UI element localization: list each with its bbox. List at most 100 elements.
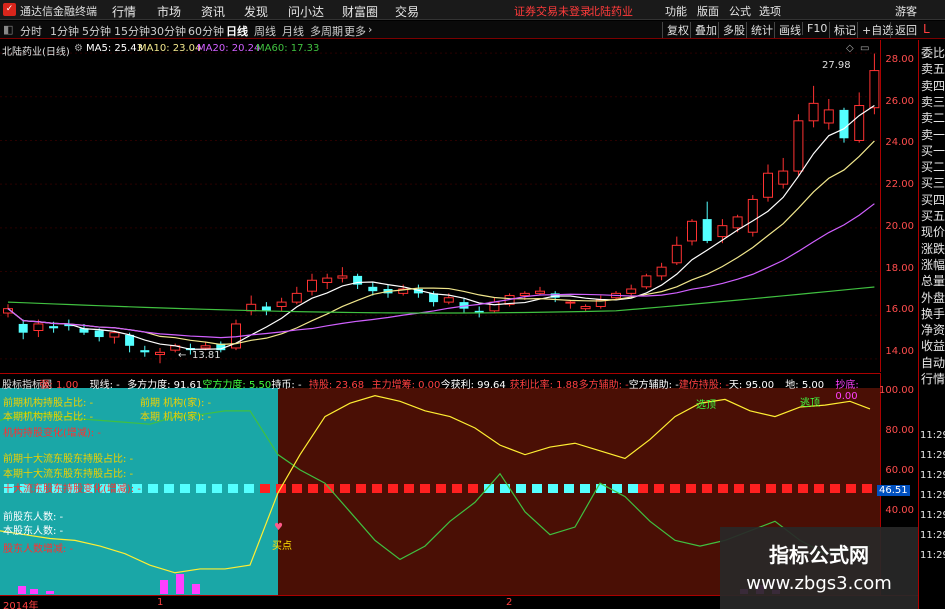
restore-rights-button[interactable]: 复权 (662, 22, 689, 38)
quote-label: 买二 (921, 160, 945, 175)
ma10-line (7, 140, 875, 346)
ma20-value: MA20: 20.24 (197, 43, 261, 54)
signal-block (846, 484, 856, 493)
stats-button[interactable]: 统计 (746, 22, 773, 38)
add-favorite-button[interactable]: +自选 (857, 22, 893, 38)
candle-body-down (49, 326, 59, 329)
candle-body-up (246, 303, 257, 312)
price-tick: 28.00 (885, 54, 914, 65)
tf-60min[interactable]: 60分钟 (188, 23, 224, 39)
candle-body-down (839, 109, 849, 139)
chevron-right-icon[interactable]: › (368, 23, 372, 36)
mark-button[interactable]: 标记 (829, 22, 856, 38)
volume-bar (30, 589, 38, 594)
tf-30min[interactable]: 30分钟 (150, 23, 186, 39)
signal-block (196, 484, 206, 493)
tick-time: 11:29 (920, 510, 945, 521)
signal-block (164, 484, 174, 493)
menu-news[interactable]: 资讯 (201, 3, 225, 20)
watermark-title: 指标公式网 (769, 543, 869, 567)
high-price-marker: 27.98 (822, 60, 851, 71)
signal-block (500, 484, 510, 493)
signal-block (766, 484, 776, 493)
signal-block (734, 484, 744, 493)
quote-label: 卖五 (921, 62, 945, 77)
login-warning[interactable]: 证券交易未登录 (514, 3, 591, 19)
holding-info-line: 机构持股变化(增减): - (3, 428, 101, 439)
menu-ask[interactable]: 问小达 (288, 3, 324, 20)
guest-label[interactable]: 游客 (895, 3, 917, 19)
layout-button[interactable]: 版面 (697, 3, 719, 19)
app-logo-icon: ✓ (3, 3, 16, 16)
indicator-tick: 60.00 (885, 465, 914, 476)
toggle-panel-icon[interactable]: ◧ (3, 23, 13, 36)
menu-market[interactable]: 市场 (157, 3, 181, 20)
candle-body-down (368, 286, 378, 292)
indicator-settings-icon[interactable]: ⚙ (74, 43, 83, 54)
tf-more[interactable]: 更多 (344, 23, 366, 39)
kline-chart (0, 52, 880, 364)
multi-stock-button[interactable]: 多股 (718, 22, 745, 38)
candle-body-up (808, 102, 819, 122)
candle-body-up (732, 216, 743, 229)
tf-daily[interactable]: 日线 (226, 23, 248, 39)
cur-institution-count: 本期 机构(家): - (140, 412, 212, 423)
f10-button[interactable]: F10 (802, 22, 827, 35)
holding-info-line: 前期十大流东股东持股占比: - (3, 454, 134, 465)
tf-5min[interactable]: 5分钟 (82, 23, 111, 39)
title-stock-name: 北陆药业 (589, 5, 633, 18)
kline-chart-panel[interactable]: 北陆药业(日线) ⚙ MA5: 25.43 MA10: 23.04 MA20: … (0, 40, 880, 372)
candle-body-up (565, 301, 576, 304)
tf-1min[interactable]: 1分钟 (50, 23, 79, 39)
signal-block (452, 484, 462, 493)
diamond-icon[interactable]: ◇ (846, 43, 854, 54)
tick-time: 11:29 (920, 530, 945, 541)
candle-body-up (322, 277, 333, 283)
prev-institution-count: 前期 机构(家): - (140, 398, 212, 409)
menu-trade[interactable]: 交易 (395, 3, 419, 20)
signal-block (532, 484, 542, 493)
candle-body-down (702, 219, 712, 241)
watermark: 指标公式网 www.zbgs3.com (720, 527, 918, 609)
indicator-header-item: 多方辅助: - (578, 380, 629, 391)
tf-multi[interactable]: 多周期 (310, 23, 343, 39)
ma5-value: MA5: 25.43 (86, 43, 144, 54)
candle-body-up (443, 297, 454, 303)
tf-monthly[interactable]: 月线 (282, 23, 304, 39)
kline-title: 北陆药业(日线) (2, 47, 70, 58)
options-button[interactable]: 选项 (759, 3, 781, 19)
menu-discover[interactable]: 发现 (244, 3, 268, 20)
overlay-button[interactable]: 叠加 (690, 22, 717, 38)
minimize-panel-icon[interactable]: ▭ (860, 43, 869, 54)
signal-block (548, 484, 558, 493)
tf-15min[interactable]: 15分钟 (114, 23, 150, 39)
menu-wealth[interactable]: 财富圈 (342, 3, 378, 20)
holding-info-line: 股东人数增减: - (3, 544, 74, 555)
tf-intraday[interactable]: 分时 (20, 23, 42, 39)
back-button[interactable]: 返回 (890, 22, 917, 38)
quote-label: 总量 (921, 274, 945, 289)
quote-label: 卖三 (921, 94, 945, 109)
candle-body-up (200, 345, 211, 349)
side-label-top: L (923, 22, 930, 36)
signal-block (388, 484, 398, 493)
candle-body-up (747, 198, 758, 233)
signal-block (654, 484, 664, 493)
formula-button[interactable]: 公式 (729, 3, 751, 19)
menu-quotes[interactable]: 行情 (112, 3, 136, 20)
indicator-header-item: 天: 95.00 (728, 380, 775, 391)
signal-block (750, 484, 760, 493)
price-tick: 22.00 (885, 179, 914, 190)
candle-body-down (18, 323, 28, 333)
signal-block (212, 484, 222, 493)
tf-weekly[interactable]: 周线 (254, 23, 276, 39)
candle-body-up (291, 292, 302, 303)
indicator-header-item: 今获利: 99.64 (440, 380, 506, 391)
function-button[interactable]: 功能 (665, 3, 687, 19)
draw-line-button[interactable]: 画线 (774, 22, 801, 38)
signal-block (260, 484, 270, 493)
signal-block (308, 484, 318, 493)
signal-block (516, 484, 526, 493)
signal-block (638, 484, 648, 493)
signal-block (798, 484, 808, 493)
